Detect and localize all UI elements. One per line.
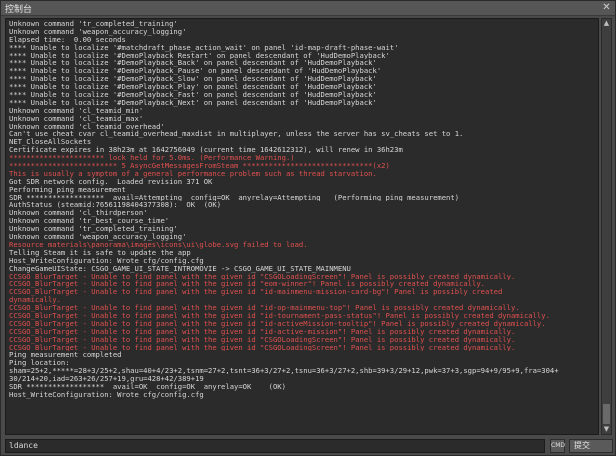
console-line: CCSGO_BlurTarget - Unable to find panel … [9, 327, 516, 336]
console-line: Got SDR network config. Loaded revision … [9, 177, 213, 186]
console-line: SDR ****************** avail=Attempting … [9, 193, 460, 202]
scrollbar-thumb[interactable] [603, 404, 610, 424]
console-line: Unknown command 'tr_completed_training' [9, 225, 178, 234]
console-line: 30/214+20,iad=263+26/257+19,gru=428+42/3… [9, 375, 204, 383]
scroll-down-icon[interactable]: ▼ [602, 425, 611, 434]
console-line: **** Unable to localize '#DemoPlayback_S… [9, 75, 377, 84]
console-line: ChangeGameUIState: CSGO_GAME_UI_STATE_IN… [9, 264, 351, 273]
console-line: CCSGO_BlurTarget - Unable to find panel … [9, 343, 516, 352]
console-line: Certificate expires in 38h23m at 1642756… [9, 146, 403, 155]
close-icon[interactable]: ✕ [601, 2, 612, 13]
title-bar[interactable]: 控制台 ✕ [1, 1, 615, 16]
console-line: CCSGO_BlurTarget - Unable to find panel … [9, 304, 520, 312]
window-title: 控制台 [5, 5, 33, 15]
command-input-box[interactable] [5, 439, 545, 453]
console-line: CCSGO_BlurTarget - Unable to find panel … [9, 319, 546, 328]
console-line: AuthStatus (steamid:76561198404377308): … [9, 201, 222, 210]
console-line: Can't use cheat cvar cl_teamid_overhead_… [9, 130, 464, 139]
console-line: ********************** lock held for 5.0… [9, 154, 295, 163]
console-line: dynamically. [9, 296, 61, 305]
console-line: Unknown command 'weapon_accuracy_logging… [9, 27, 187, 36]
console-line: This is usually a symptom of a general p… [9, 169, 377, 178]
console-line: **** Unable to localize '#matchdraft_pha… [9, 43, 399, 52]
console-line: **** Unable to localize '#DemoPlayback_N… [9, 98, 377, 107]
console-line: Unknown command 'cl_teamid_overhead' [9, 122, 165, 131]
console-line: Unknown command 'weapon_accuracy_logging… [9, 233, 187, 241]
console-line: Host_WriteConfiguration: Wrote cfg/confi… [9, 390, 204, 399]
console-line: SDR ****************** avail=OK config=O… [9, 382, 286, 391]
console-scrollbar[interactable]: ▲ ▼ [601, 18, 612, 435]
command-input[interactable] [9, 441, 539, 450]
console-line: Telling Steam it is safe to update the a… [9, 248, 191, 257]
console-line: Host_WriteConfiguration: Wrote cfg/confi… [9, 256, 204, 265]
console-log: Unknown command 'tr_completed_training' U… [9, 20, 596, 432]
console-line: Unknown command 'tr_completed_training' [9, 20, 178, 28]
console-line: Unknown command 'cl_teamid_min' [9, 106, 144, 115]
console-line: Ping measurement completed [9, 351, 122, 360]
console-line: ************************* 5 AsyncGetMess… [9, 162, 390, 170]
submit-button[interactable]: 提交 [569, 439, 613, 453]
console-line: sham=25+2,*****=28+3/25+2,shau=40+4/23+2… [9, 367, 559, 376]
console-line: Elapsed time: 0.00 seconds [9, 35, 126, 44]
command-mode-button[interactable]: CMD [550, 439, 565, 453]
console-output-panel[interactable]: Unknown command 'tr_completed_training' U… [5, 18, 599, 435]
console-line: Performing ping measurement [9, 185, 126, 194]
console-line: **** Unable to localize '#DemoPlayback_B… [9, 59, 377, 68]
console-line: CCSGO_BlurTarget - Unable to find panel … [9, 335, 516, 344]
console-line: **** Unable to localize '#DemoPlayback_F… [9, 91, 377, 99]
console-line: Resource materials\panorama\images\icons… [9, 240, 308, 249]
console-line: **** Unable to localize '#DemoPlayback_R… [9, 51, 390, 60]
console-line: NET_CloseAllSockets [9, 138, 92, 147]
console-line: CCSGO_BlurTarget - Unable to find panel … [9, 288, 503, 297]
console-line: CCSGO_BlurTarget - Unable to find panel … [9, 280, 485, 289]
console-line: **** Unable to localize '#DemoPlayback_P… [9, 67, 382, 76]
console-line: Unknown command 'cl_thirdperson' [9, 209, 148, 218]
console-line: Ping location: [9, 359, 70, 368]
console-line: **** Unable to localize '#DemoPlayback_P… [9, 83, 377, 92]
console-line: CCSGO_BlurTarget - Unable to find panel … [9, 272, 516, 281]
scroll-up-icon[interactable]: ▲ [602, 19, 611, 28]
console-line: CCSGO_BlurTarget - Unable to find panel … [9, 311, 550, 320]
console-line: Unknown command 'tr_best_course_time' [9, 217, 170, 226]
console-line: Unknown command 'cl_teamid_max' [9, 114, 144, 123]
console-window: 控制台 ✕ Unknown command 'tr_completed_trai… [0, 0, 616, 456]
